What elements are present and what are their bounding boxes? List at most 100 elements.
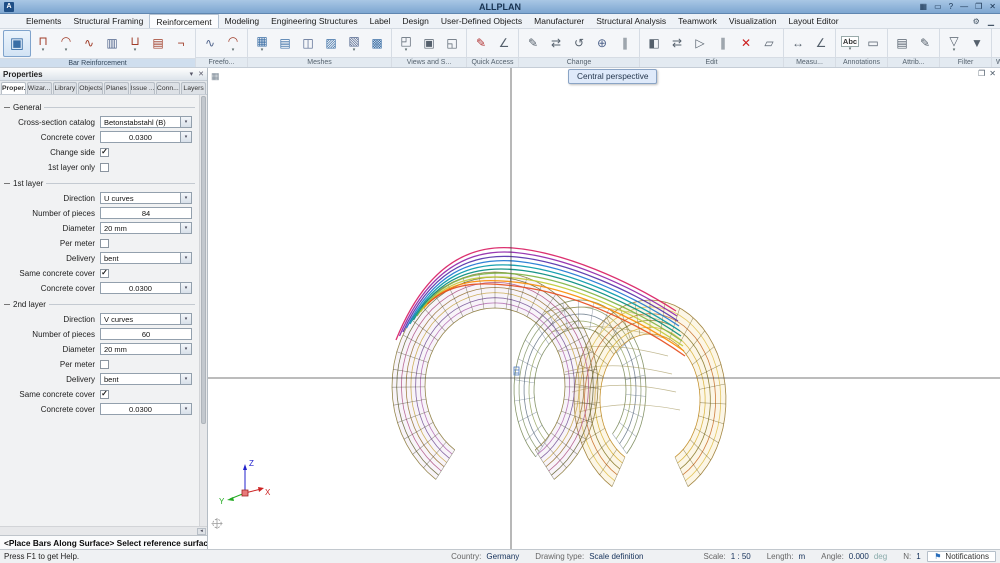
view-section-icon[interactable]: ◰▾ (395, 31, 417, 55)
mesh-label-icon[interactable]: ▧▾ (343, 31, 365, 55)
menu-item-manufacturer[interactable]: Manufacturer (528, 14, 590, 28)
diameter-select[interactable]: 20 mm▾ (100, 343, 192, 355)
dropdown-arrow-icon[interactable]: ▾ (180, 404, 191, 414)
menu-item-reinforcement[interactable]: Reinforcement (149, 14, 218, 28)
parallel-icon[interactable]: ∥ (614, 31, 636, 55)
edit-entity-icon[interactable]: ✎ (522, 31, 544, 55)
freeform-arc-icon[interactable]: ◠▾ (222, 31, 244, 55)
menu-item-teamwork[interactable]: Teamwork (672, 14, 723, 28)
direction-select[interactable]: V curves▾ (100, 313, 192, 325)
text-abc-icon[interactable]: Abc▾ (839, 31, 861, 55)
concrete-cover-combo[interactable]: 0.0300▾ (100, 131, 192, 143)
area-reinforcement-icon[interactable]: ▤ (147, 32, 169, 56)
dropdown-arrow-icon[interactable]: ▾ (180, 374, 191, 384)
grid-icon[interactable]: ▦ (920, 1, 928, 13)
diameter-select[interactable]: 20 mm▾ (100, 222, 192, 234)
filter-select-icon[interactable]: ▼ (966, 31, 988, 55)
number-of-pieces-input[interactable]: 60 (100, 328, 192, 340)
menu-item-user-defined-objects[interactable]: User-Defined Objects (435, 14, 528, 28)
stirrup-icon[interactable]: ⊔▾ (124, 32, 146, 56)
panel-tab-layers[interactable]: Layers (181, 82, 206, 94)
spiral-bar-icon[interactable]: ∿ (78, 32, 100, 56)
per-meter-checkbox[interactable] (100, 360, 109, 369)
quick-angle-icon[interactable]: ∠ (493, 31, 515, 55)
menu-item-elements[interactable]: Elements (20, 14, 67, 28)
section-general[interactable]: General (4, 103, 195, 112)
viewport-restore-icon[interactable]: ❐ (978, 70, 985, 78)
per-meter-checkbox[interactable] (100, 239, 109, 248)
scroll-left-button[interactable]: ◂ (197, 528, 206, 535)
1st-layer-only-checkbox[interactable] (100, 163, 109, 172)
view-detail-icon[interactable]: ▣ (418, 31, 440, 55)
panel-tab-conn[interactable]: Conn... (156, 82, 181, 94)
attributes-icon[interactable]: ▤ (891, 31, 913, 55)
panel-horizontal-scrollbar[interactable]: ◂ (0, 526, 207, 535)
add-point-icon[interactable]: ⊕ (591, 31, 613, 55)
viewport-menu-icon[interactable]: ▦ (211, 71, 220, 82)
menu-item-engineering-structures[interactable]: Engineering Structures (265, 14, 363, 28)
same-concrete-cover-checkbox[interactable]: ✓ (100, 269, 109, 278)
corner-bar-icon[interactable]: ¬ (170, 32, 192, 56)
menu-item-visualization[interactable]: Visualization (723, 14, 783, 28)
mesh-cut-icon[interactable]: ▨ (320, 31, 342, 55)
dropdown-arrow-icon[interactable]: ▾ (180, 344, 191, 354)
dropdown-arrow-icon[interactable]: ▾ (180, 314, 191, 324)
dropdown-arrow-icon[interactable]: ▾ (180, 253, 191, 263)
direction-select[interactable]: U curves▾ (100, 192, 192, 204)
help-icon[interactable]: ? (949, 1, 953, 13)
display-icon[interactable]: ▭ (934, 1, 942, 13)
mesh-area-icon[interactable]: ▤ (274, 31, 296, 55)
close-icon[interactable]: ✕ (989, 1, 996, 13)
dropdown-arrow-icon[interactable]: ▾ (180, 223, 191, 233)
measure-length-icon[interactable]: ↔ (787, 31, 809, 55)
move-icon[interactable]: ▷ (689, 31, 711, 55)
section-2nd-layer[interactable]: 2nd layer (4, 300, 195, 309)
concrete-cover-combo[interactable]: 0.0300▾ (100, 403, 192, 415)
label-frame-icon[interactable]: ▭ (862, 31, 884, 55)
panel-close-icon[interactable]: ✕ (198, 70, 204, 78)
dropdown-arrow-icon[interactable]: ▾ (180, 132, 191, 142)
minimize-ribbon-icon[interactable]: ▁ (988, 17, 994, 26)
panel-tab-issue[interactable]: Issue ... (130, 82, 155, 94)
dropdown-arrow-icon[interactable]: ▾ (180, 283, 191, 293)
mesh-place-icon[interactable]: ▦▾ (251, 31, 273, 55)
trim-icon[interactable]: ◧ (643, 31, 665, 55)
menu-item-modeling[interactable]: Modeling (219, 14, 266, 28)
menu-item-structural-framing[interactable]: Structural Framing (67, 14, 149, 28)
restore-icon[interactable]: ❐ (975, 1, 982, 13)
view-clip-icon[interactable]: ◱ (441, 31, 463, 55)
panel-tab-planes[interactable]: Planes (104, 82, 129, 94)
mesh-span-icon[interactable]: ◫ (297, 31, 319, 55)
stretch-icon[interactable]: ▱ (758, 31, 780, 55)
dropdown-arrow-icon[interactable]: ▾ (180, 117, 191, 127)
panel-tab-library[interactable]: Library (53, 82, 78, 94)
panel-tab-wizar[interactable]: Wizar... (27, 82, 52, 94)
panel-menu-icon[interactable]: ▾ (190, 70, 194, 78)
delete-icon[interactable]: ✕ (735, 31, 757, 55)
number-of-pieces-input[interactable]: 84 (100, 207, 192, 219)
freeform-bar-icon[interactable]: ∿ (199, 31, 221, 55)
bar-along-curve-icon[interactable]: ◠▾ (55, 32, 77, 56)
scrollbar-thumb[interactable] (201, 96, 206, 424)
bar-shape-big-icon[interactable]: ▣ (3, 30, 31, 57)
mesh-list-icon[interactable]: ▩ (366, 31, 388, 55)
minimize-icon[interactable]: — (960, 1, 968, 13)
place-bar-shape-icon[interactable]: ⊓▾ (32, 32, 54, 56)
same-concrete-cover-checkbox[interactable]: ✓ (100, 390, 109, 399)
rotate-icon[interactable]: ↺ (568, 31, 590, 55)
properties-panel-header[interactable]: Properties ▾✕ (0, 68, 207, 81)
bar-coupler-icon[interactable]: ▥ (101, 32, 123, 56)
menu-item-structural-analysis[interactable]: Structural Analysis (590, 14, 672, 28)
offset-icon[interactable]: ∥ (712, 31, 734, 55)
filter-funnel-icon[interactable]: ▽▾ (943, 31, 965, 55)
drawing-canvas[interactable]: ZXY Central perspective ❐✕ ▦ (208, 68, 1000, 549)
viewport-close-icon[interactable]: ✕ (989, 70, 996, 78)
panel-tab-objects[interactable]: Objects (78, 82, 103, 94)
delivery-select[interactable]: bent▾ (100, 252, 192, 264)
workspace-icon[interactable]: ◫ (995, 31, 1000, 55)
modify-attributes-icon[interactable]: ✎ (914, 31, 936, 55)
menu-item-label[interactable]: Label (364, 14, 397, 28)
mirror-icon[interactable]: ⇄ (666, 31, 688, 55)
panel-vertical-scrollbar[interactable] (199, 95, 207, 526)
panel-tab-proper[interactable]: Proper... (1, 82, 26, 94)
